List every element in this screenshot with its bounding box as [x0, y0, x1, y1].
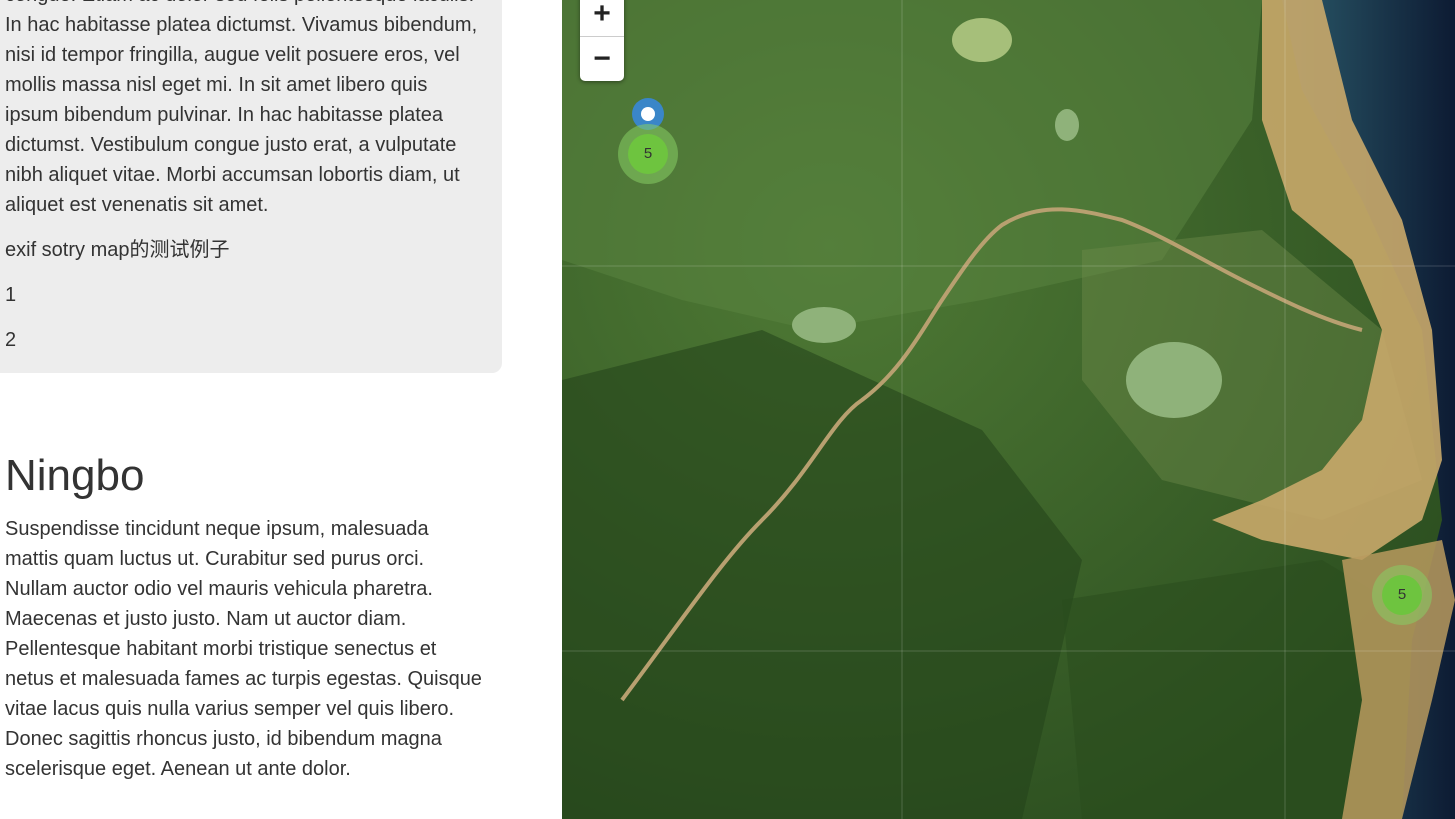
zoom-in-button[interactable]: + — [580, 0, 624, 37]
marker-cluster[interactable]: 5 — [1372, 565, 1432, 625]
zoom-control: + − — [580, 0, 624, 81]
section-paragraph: congue. Etiam ac dolor sed felis pellent… — [5, 0, 478, 216]
marker-cluster[interactable]: 5 — [618, 124, 678, 184]
section-line-1: 1 — [5, 284, 17, 306]
story-panel: congue. Etiam ac dolor sed felis pellent… — [0, 0, 540, 819]
zoom-out-button[interactable]: − — [580, 37, 624, 81]
section-title: Ningbo — [5, 451, 145, 500]
cluster-count: 5 — [628, 134, 668, 174]
section-paragraph: Suspendisse tincidunt neque ipsum, males… — [5, 518, 482, 780]
story-section-active[interactable]: congue. Etiam ac dolor sed felis pellent… — [0, 0, 502, 373]
map-view[interactable]: + − 5 5 — [562, 0, 1455, 819]
cluster-count: 5 — [1382, 575, 1422, 615]
satellite-imagery — [562, 0, 1455, 819]
section-line-2: 2 — [5, 329, 17, 351]
section-caption: exif sotry map的测试例子 — [5, 239, 230, 261]
story-section-ningbo[interactable]: Ningbo Suspendisse tincidunt neque ipsum… — [0, 446, 502, 784]
